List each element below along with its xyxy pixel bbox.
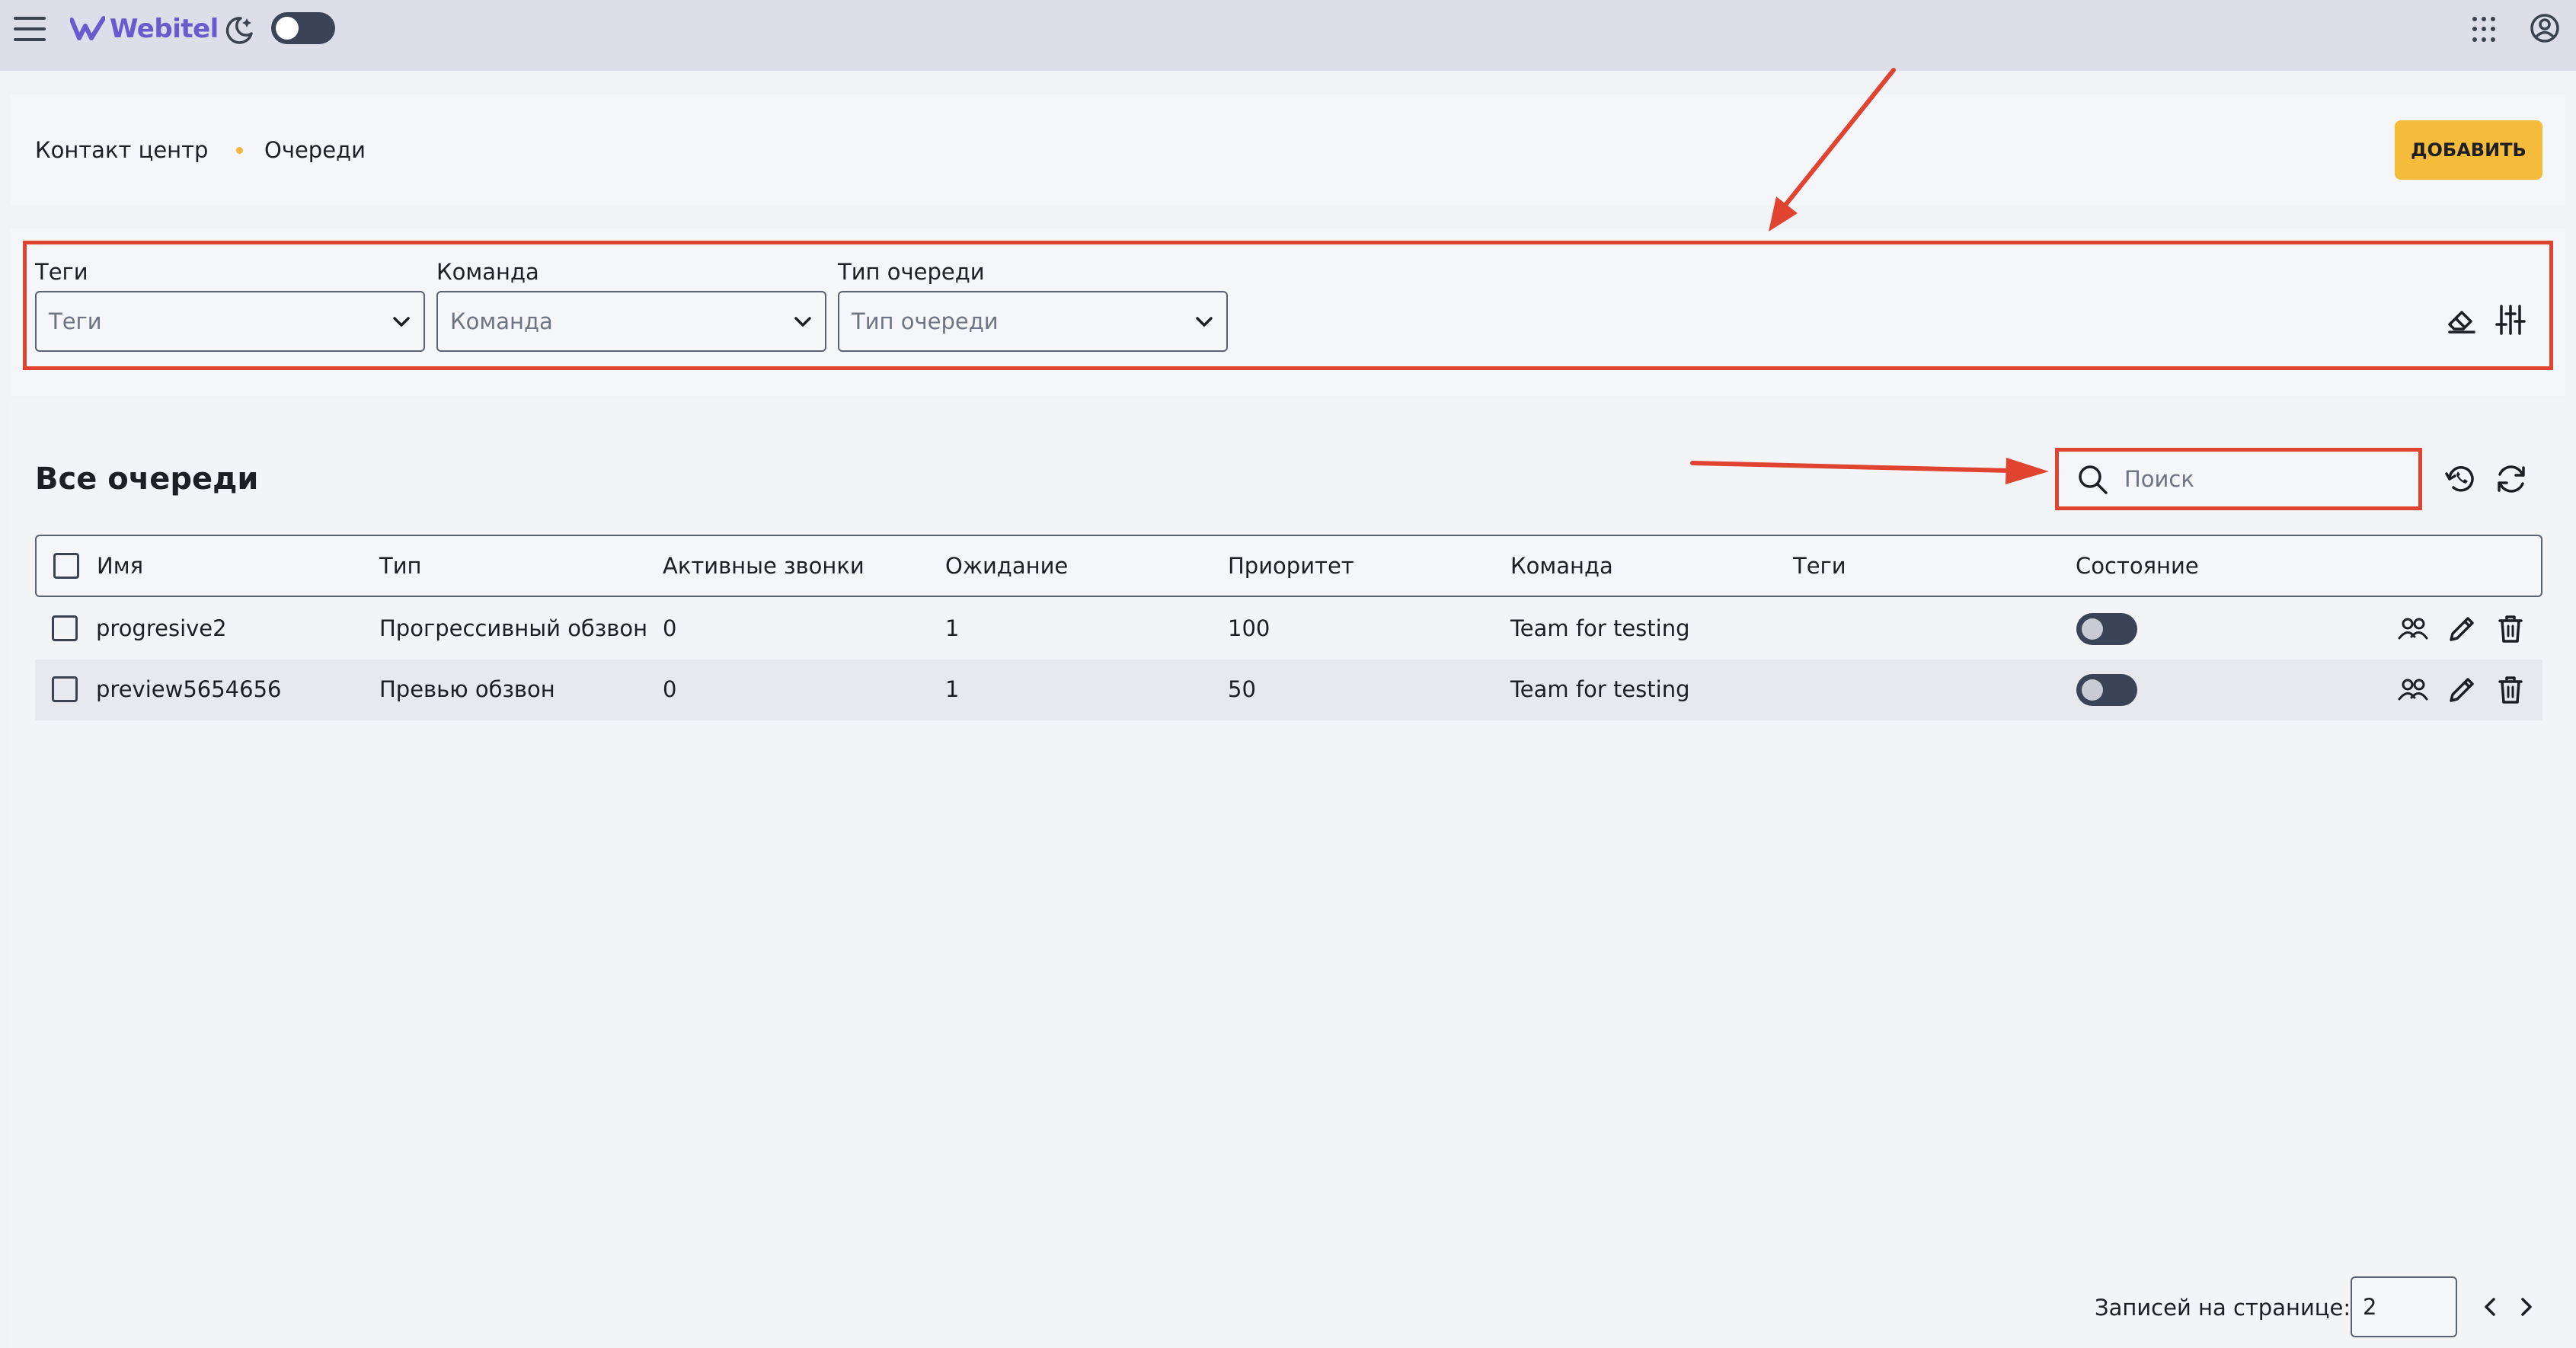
select-all-checkbox[interactable] <box>53 553 79 579</box>
page-title: Все очереди <box>35 462 259 497</box>
account-icon[interactable] <box>2529 12 2561 44</box>
chevron-right-icon[interactable] <box>2510 1292 2541 1322</box>
column-header-team[interactable]: Команда <box>1510 553 1613 579</box>
breadcrumb-separator <box>236 147 243 154</box>
header-card <box>11 94 2565 206</box>
column-header-name[interactable]: Имя <box>97 553 143 579</box>
records-per-page-input[interactable] <box>2351 1276 2457 1337</box>
logo: Webitel <box>70 11 219 47</box>
cell-name: progresive2 <box>96 615 227 641</box>
delete-icon[interactable] <box>2494 612 2527 646</box>
search-input[interactable] <box>2124 466 2399 492</box>
column-header-type[interactable]: Тип <box>379 553 422 579</box>
cell-active-calls: 0 <box>663 676 677 702</box>
cell-type: Прогрессивный обзвон <box>379 615 648 641</box>
cell-priority: 100 <box>1228 615 1270 641</box>
column-header-state[interactable]: Состояние <box>2076 553 2199 579</box>
hamburger-menu-icon[interactable] <box>14 17 46 41</box>
filters-highlight-frame <box>23 241 2553 370</box>
theme-toggle[interactable] <box>271 12 335 44</box>
state-toggle[interactable] <box>2076 674 2137 706</box>
toggle-knob <box>276 17 299 40</box>
members-icon[interactable] <box>2396 612 2430 646</box>
edit-icon[interactable] <box>2445 612 2479 646</box>
column-header-active-calls[interactable]: Активные звонки <box>663 553 865 579</box>
moon-icon[interactable] <box>224 14 256 46</box>
breadcrumb-contact-center[interactable]: Контакт центр <box>35 137 208 163</box>
cell-type: Превью обзвон <box>379 676 555 702</box>
row-checkbox[interactable] <box>52 615 78 641</box>
webitel-logo-icon <box>70 16 105 40</box>
cell-priority: 50 <box>1228 676 1256 702</box>
breadcrumb-queues: Очереди <box>264 137 366 163</box>
cell-waiting: 1 <box>945 676 960 702</box>
state-toggle[interactable] <box>2076 613 2137 645</box>
toggle-knob <box>2082 618 2103 640</box>
delete-icon[interactable] <box>2494 673 2527 707</box>
members-icon[interactable] <box>2396 673 2430 707</box>
call-history-icon[interactable] <box>2443 462 2479 497</box>
cell-active-calls: 0 <box>663 615 677 641</box>
search-icon <box>2079 465 2108 494</box>
cell-waiting: 1 <box>945 615 960 641</box>
records-per-page-label: Записей на странице: <box>2095 1295 2351 1321</box>
logo-text: Webitel <box>110 14 219 44</box>
column-header-tags[interactable]: Теги <box>1793 553 1846 579</box>
edit-icon[interactable] <box>2445 673 2479 707</box>
search-box[interactable] <box>2055 448 2422 510</box>
chevron-left-icon[interactable] <box>2475 1292 2506 1322</box>
column-header-priority[interactable]: Приоритет <box>1228 553 1354 579</box>
apps-grid-icon[interactable] <box>2472 17 2498 43</box>
top-bar <box>0 0 2576 71</box>
cell-team: Team for testing <box>1510 615 1690 641</box>
row-checkbox[interactable] <box>52 676 78 702</box>
refresh-icon[interactable] <box>2494 462 2529 497</box>
cell-name: preview5654656 <box>96 676 282 702</box>
toggle-knob <box>2082 679 2103 701</box>
cell-team: Team for testing <box>1510 676 1690 702</box>
add-button[interactable]: ДОБАВИТЬ <box>2395 120 2542 180</box>
column-header-waiting[interactable]: Ожидание <box>945 553 1068 579</box>
